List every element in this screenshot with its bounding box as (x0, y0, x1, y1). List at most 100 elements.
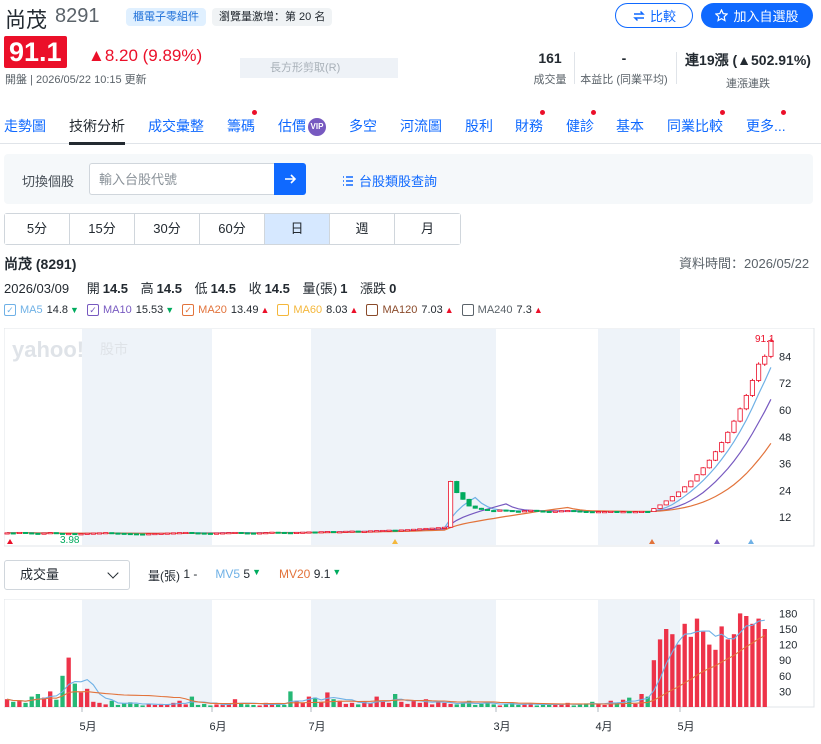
candle (386, 529, 392, 532)
low-value: 14.5 (210, 281, 236, 296)
volume-tick-label: 150 (779, 624, 797, 636)
tab-valuation[interactable]: 估價 VIP (278, 116, 326, 136)
ma-toggle-ma240[interactable]: MA240 7.3 ▲ (461, 304, 543, 316)
candle (398, 529, 404, 532)
candle (140, 533, 146, 536)
candle (127, 533, 133, 536)
volume-bar (436, 701, 441, 707)
checkbox-checked-icon[interactable]: ✓ (86, 304, 99, 316)
stock-code: 8291 (55, 5, 100, 27)
tab-trades[interactable]: 成交彙整 (148, 116, 204, 136)
volume-bar (454, 704, 459, 707)
ma-toggle-ma120[interactable]: MA120 7.03 ▲ (366, 304, 454, 316)
volume-bar (356, 704, 361, 707)
volume-bar (479, 703, 484, 707)
period-month[interactable]: 月 (395, 214, 460, 244)
period-5min[interactable]: 5分 (5, 214, 70, 244)
candle (47, 532, 53, 535)
checkbox-empty-icon[interactable] (461, 304, 474, 316)
compare-button[interactable]: 比較 (615, 3, 693, 28)
ma-legend: ✓ MA5 14.8 ▼ ✓ MA10 15.53 ▼ ✓ MA20 13.49 ▲ MA60 8.03 ▲… (4, 304, 551, 316)
ma-toggle-ma20[interactable]: ✓ MA20 13.49 ▲ (182, 304, 269, 316)
volume-bar (97, 702, 102, 707)
checkbox-empty-icon[interactable] (366, 304, 379, 316)
ma-toggle-ma5[interactable]: ✓ MA5 14.8 ▼ (4, 304, 79, 316)
tab-trend[interactable]: 走勢圖 (4, 116, 46, 136)
vol-legend-value: 1 - (183, 567, 198, 581)
tab-technical[interactable]: 技術分析 (69, 116, 125, 145)
volume-legend: 量(張) 1 - MV5 5 ▼ MV20 9.1 ▼ (148, 567, 341, 584)
period-week[interactable]: 週 (330, 214, 395, 244)
ma-toggle-ma10[interactable]: ✓ MA10 15.53 ▼ (86, 304, 174, 316)
stat-volume-label: 成交量 (533, 74, 567, 86)
volume-bar (707, 644, 712, 707)
search-label: 切換個股 (22, 174, 75, 189)
volume-chart[interactable]: 30 60 90 120 150 180 5月 6月 7月 3月 4月 5月 (4, 599, 816, 739)
close-label: 收 (248, 281, 262, 296)
candle (669, 496, 675, 502)
tab-river[interactable]: 河流圖 (400, 116, 442, 136)
checkbox-empty-icon[interactable] (277, 304, 290, 316)
volume-bar (54, 699, 59, 707)
volume-bar (719, 626, 724, 707)
period-30min[interactable]: 30分 (135, 214, 200, 244)
candle (515, 510, 521, 513)
search-submit-button[interactable] (274, 163, 306, 195)
tab-peers[interactable]: 同業比較 (667, 116, 723, 136)
indicator-select[interactable]: 成交量 (4, 560, 130, 590)
period-day[interactable]: 日 (265, 214, 330, 244)
candle (152, 533, 158, 536)
price-chart[interactable]: yahoo! 股市 12 24 36 48 60 72 84 3.98 91.1 (4, 328, 816, 548)
candle (404, 529, 411, 532)
stock-search-input[interactable] (89, 163, 275, 195)
tab-dividend[interactable]: 股利 (465, 116, 493, 136)
month-band (82, 329, 212, 545)
candle (84, 532, 90, 535)
candle (485, 508, 491, 511)
up-arrow-icon: ▲ (533, 305, 543, 315)
tab-more[interactable]: 更多... (746, 116, 786, 136)
volume-bar (429, 704, 435, 707)
tab-basic[interactable]: 基本 (616, 116, 644, 136)
candle (657, 504, 663, 509)
tab-chips[interactable]: 籌碼 (227, 116, 255, 136)
candle (96, 532, 103, 535)
category-query-link[interactable]: 台股類股查詢 (342, 171, 437, 190)
candle (232, 531, 238, 534)
down-arrow-icon: ▼ (70, 305, 79, 315)
candle (257, 532, 263, 535)
candle (521, 510, 528, 513)
add-watchlist-button[interactable]: 加入自選股 (701, 3, 813, 28)
volume-bar (627, 697, 632, 707)
candle (417, 528, 423, 531)
candle (109, 532, 115, 535)
period-60min[interactable]: 60分 (200, 214, 265, 244)
candle (4, 532, 10, 535)
candle (466, 498, 472, 507)
period-15min[interactable]: 15分 (70, 214, 135, 244)
candle (244, 532, 250, 535)
ma-toggle-ma60[interactable]: MA60 8.03 ▲ (277, 304, 358, 316)
mv5-label: MV5 (215, 567, 241, 581)
candle (238, 531, 244, 534)
candle (700, 467, 706, 476)
candle (546, 510, 552, 513)
checkbox-checked-icon[interactable]: ✓ (4, 304, 16, 316)
tab-longshort[interactable]: 多空 (349, 116, 377, 136)
add-watchlist-label: 加入自選股 (733, 9, 799, 24)
checkbox-checked-icon[interactable]: ✓ (182, 304, 195, 316)
candle (189, 531, 195, 534)
candle (762, 355, 768, 365)
volume-bar (744, 616, 749, 707)
category-tag[interactable]: 櫃電子零組件 (126, 8, 206, 26)
candle (331, 531, 337, 534)
tab-health[interactable]: 健診 (566, 116, 594, 136)
views-tag: 瀏覽量激增：第 20 名 (212, 8, 333, 26)
compare-label: 比較 (649, 9, 676, 24)
chg-label: 漲跌 (360, 281, 387, 296)
candle (16, 531, 22, 534)
volume-bar (497, 705, 503, 707)
x-axis-label: 4月 (595, 721, 612, 733)
ma-name: MA120 (382, 304, 418, 316)
tab-financial[interactable]: 財務 (515, 116, 543, 136)
